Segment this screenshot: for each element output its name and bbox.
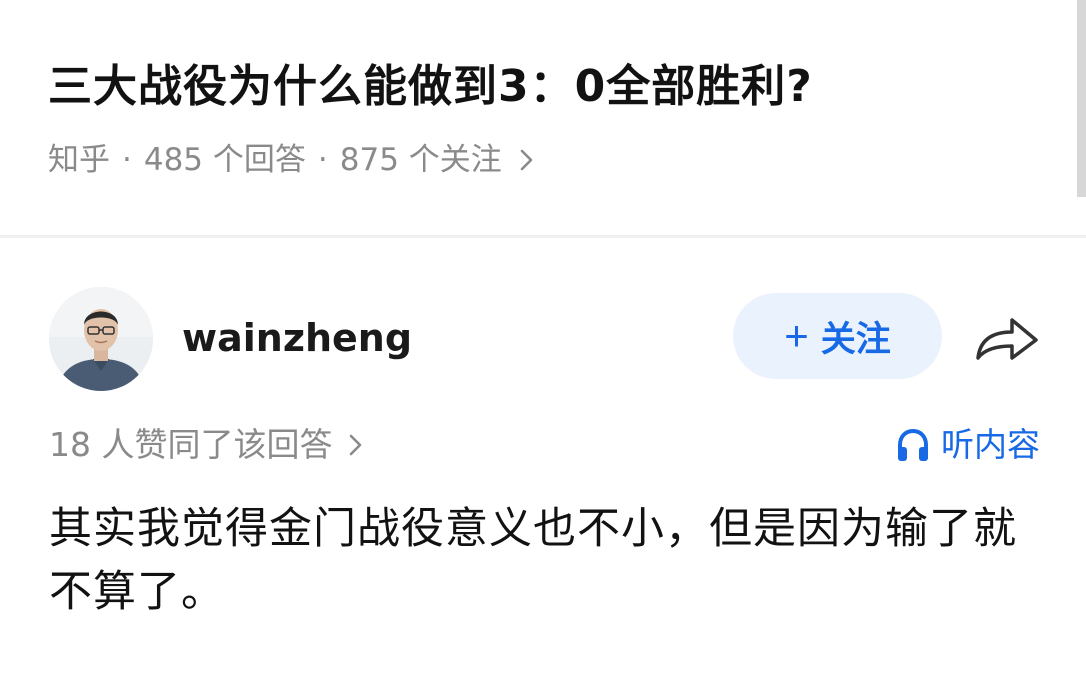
meta-separator: ·	[122, 142, 132, 178]
author-avatar[interactable]	[49, 287, 153, 391]
answer-page: 三大战役为什么能做到3：0全部胜利? 知乎 · 485 个回答 · 875 个关…	[0, 0, 1086, 687]
answer-count: 485 个回答	[143, 142, 306, 178]
avatar-image	[49, 287, 153, 391]
follow-button[interactable]: + 关注	[733, 293, 942, 379]
plus-icon: +	[784, 312, 809, 359]
share-arrow-icon	[976, 318, 1038, 360]
scrollbar[interactable]	[1077, 0, 1086, 197]
section-divider	[0, 235, 1086, 238]
follower-count: 875 个关注	[339, 142, 502, 178]
listen-button[interactable]: 听内容	[895, 422, 1040, 468]
vote-count-text: 18 人赞同了该回答	[49, 425, 333, 464]
question-header: 三大战役为什么能做到3：0全部胜利? 知乎 · 485 个回答 · 875 个关…	[48, 54, 1048, 178]
question-title[interactable]: 三大战役为什么能做到3：0全部胜利?	[48, 54, 1048, 120]
vote-summary[interactable]: 18 人赞同了该回答	[49, 422, 366, 468]
meta-separator: ·	[317, 142, 328, 178]
answer-content[interactable]: 其实我觉得金门战役意义也不小，但是因为输了就不算了。	[49, 498, 1044, 624]
source-label: 知乎	[48, 142, 110, 178]
chevron-right-icon	[520, 149, 533, 171]
chevron-right-icon	[350, 434, 362, 456]
listen-label: 听内容	[941, 425, 1040, 464]
author-name[interactable]: wainzheng	[182, 313, 412, 363]
share-button[interactable]	[970, 308, 1042, 368]
follow-button-label: 关注	[820, 319, 891, 359]
headphones-icon	[898, 428, 928, 461]
question-meta[interactable]: 知乎 · 485 个回答 · 875 个关注	[48, 138, 538, 182]
